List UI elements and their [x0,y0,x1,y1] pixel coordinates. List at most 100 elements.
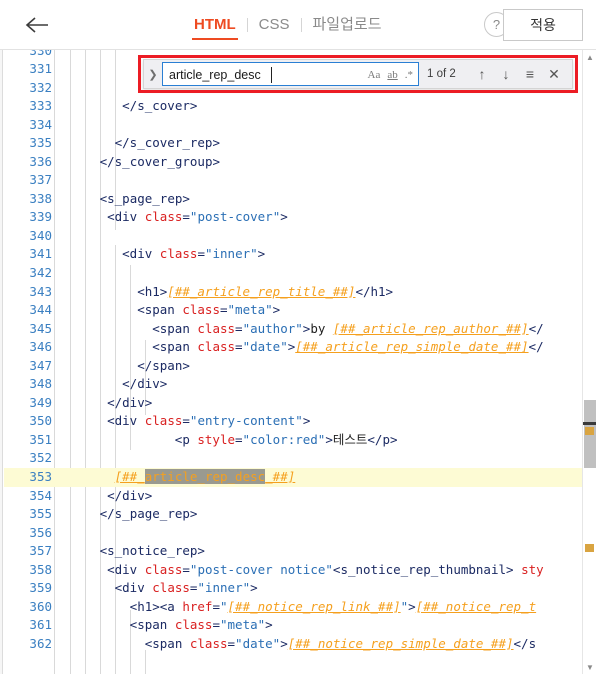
code-token: > [272,302,281,318]
line-number: 354 [29,487,52,503]
close-icon[interactable]: ✕ [542,62,566,86]
code-token: "entry-content" [189,413,303,429]
find-input-value: article_rep_desc [169,68,261,82]
code-line[interactable]: 361 <span class="meta"> [4,616,582,635]
code-line[interactable]: 346 <span class="date">[##_article_rep_si… [4,338,582,357]
tab-file-upload[interactable]: 파일업로드 [302,0,393,50]
code-line[interactable]: 359 <div class="inner"> [4,579,582,598]
code-line[interactable]: 335 </s_cover_rep> [4,134,582,153]
code-token: <div [107,209,145,225]
code-line[interactable]: 358 <div class="post-cover notice"<s_noti… [4,561,582,580]
editor-left-rail [0,50,3,674]
code-token: <p [174,431,198,447]
code-line[interactable]: 338 <s_page_rep> [4,190,582,209]
code-editor[interactable]: 330 331 332 333 </s_cover> 334 335 </s_cover_re… [0,50,596,674]
code-line[interactable]: 347 </span> [4,357,582,376]
template-placeholder: [##_notice_rep_simple_date_##] [287,635,514,651]
code-line[interactable]: 345 <span class="author">by [##_article_r… [4,320,582,339]
vertical-scrollbar[interactable]: ▲ ▼ [582,50,596,674]
line-content: <s_page_rep> [100,190,190,209]
line-content: <div class="inner"> [122,245,265,264]
line-content: <div class="entry-content"> [107,412,310,431]
code-token: > [257,246,266,262]
code-line[interactable]: 341 <div class="inner"> [4,245,582,264]
find-input[interactable]: article_rep_desc Aa ab .* [162,62,419,86]
chevron-right-icon[interactable]: ❯ [144,59,162,89]
find-in-selection-icon[interactable]: ≡ [518,62,542,86]
whole-word-icon[interactable]: ab [387,63,397,87]
code-line[interactable]: 349 </div> [4,394,582,413]
code-token: </s_cover> [122,98,198,114]
code-token: </p> [367,431,398,447]
code-line[interactable]: 342 [4,264,582,283]
code-token: > [280,635,288,651]
template-placeholder: [##_ [114,469,145,485]
line-content: </span> [137,357,190,376]
code-line[interactable]: 340 [4,227,582,246]
code-line[interactable]: 354 </div> [4,487,582,506]
code-token: "author" [242,320,303,336]
code-token: <s_notice_rep_thumbnail> [332,561,522,577]
code-line[interactable]: 351 <p style="color:red">테스트</p> [4,431,582,450]
code-line[interactable]: 339 <div class="post-cover"> [4,208,582,227]
code-line[interactable]: 357 <s_notice_rep> [4,542,582,561]
code-token: <span [152,339,198,355]
code-line[interactable]: 348 </div> [4,375,582,394]
code-token: <span [129,617,175,633]
match-case-icon[interactable]: Aa [368,63,381,87]
code-line[interactable]: 337 [4,171,582,190]
line-content: <h1>[##_article_rep_title_##]</h1> [137,283,393,302]
code-line[interactable]: 353 [##_article_rep_desc_##] [4,468,582,487]
code-token: > [250,580,258,596]
code-line[interactable]: 356 [4,524,582,543]
code-line[interactable]: 336 </s_cover_group> [4,153,582,172]
code-line[interactable]: 333 </s_cover> [4,97,582,116]
scroll-down-arrow-icon[interactable]: ▼ [583,660,596,674]
code-line[interactable]: 362 <span class="date">[##_notice_rep_sim… [4,635,582,654]
code-token: > [302,413,311,429]
code-token: </div> [107,394,153,410]
selected-match: article_rep_desc [144,469,266,485]
back-button[interactable] [22,12,52,38]
code-token: > [280,209,288,225]
code-line[interactable]: 355 </s_page_rep> [4,505,582,524]
code-line[interactable]: 360 <h1><a href="[##_notice_rep_link_##]"… [4,598,582,617]
code-lines-container[interactable]: 330 331 332 333 </s_cover> 334 335 </s_cover_re… [4,50,582,674]
line-number: 361 [29,617,52,633]
scroll-up-arrow-icon[interactable]: ▲ [583,50,596,64]
code-token: "inner" [197,580,251,596]
line-number: 330 [29,50,52,58]
code-token: "post-cover notice" [189,561,333,577]
code-token: </div> [122,376,168,392]
arrow-down-icon[interactable]: ↓ [494,62,518,86]
line-number: 332 [29,79,52,95]
code-token: class [174,617,213,633]
line-number: 359 [29,580,52,596]
code-line[interactable]: 344 <span class="meta"> [4,301,582,320]
line-content: </s_page_rep> [100,505,198,524]
code-line[interactable]: 350 <div class="entry-content"> [4,412,582,431]
find-options: Aa ab .* [368,63,413,87]
code-token: class [197,339,236,355]
line-number: 347 [29,357,52,373]
apply-button-label: 적용 [530,17,556,33]
tab-html[interactable]: HTML [183,0,247,50]
line-number: 345 [29,320,52,336]
arrow-up-icon[interactable]: ↑ [470,62,494,86]
code-token: = [182,413,190,429]
code-line[interactable]: 334 [4,116,582,135]
template-placeholder: [##_notice_rep_t [415,598,537,614]
code-token: <div [122,246,160,262]
code-token: </ [528,339,544,355]
line-number: 360 [29,598,52,614]
code-line[interactable]: 343 <h1>[##_article_rep_title_##]</h1> [4,283,582,302]
code-token: "post-cover" [189,209,281,225]
find-widget[interactable]: ❯ article_rep_desc Aa ab .* 1 of 2 ↑ ↓ ≡… [143,59,573,89]
code-line[interactable]: 352 [4,449,582,468]
code-rows[interactable]: 330 331 332 333 </s_cover> 334 335 </s_cover_re… [4,50,582,654]
code-token: </ [528,320,544,336]
tab-css[interactable]: CSS [248,0,301,50]
regex-icon[interactable]: .* [405,63,413,87]
code-token: = [219,302,228,318]
apply-button[interactable]: 적용 [503,9,583,41]
